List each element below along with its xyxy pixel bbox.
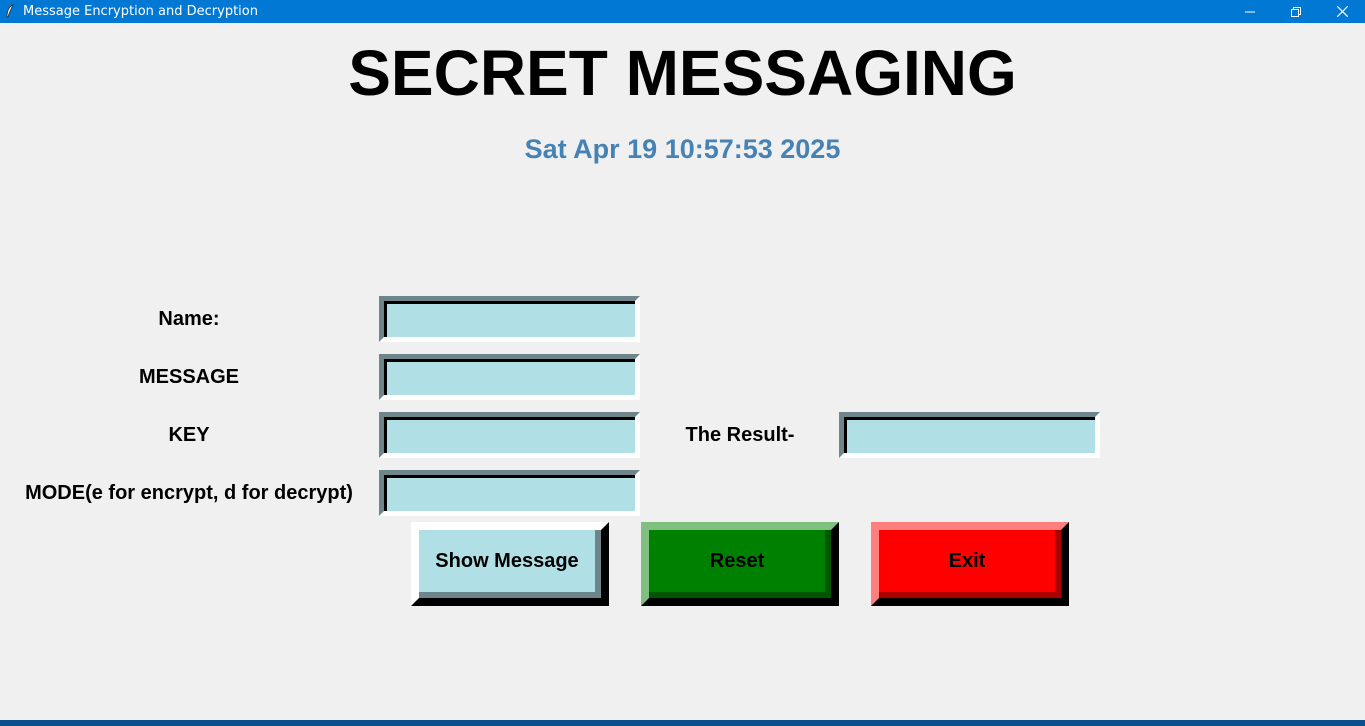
reset-button[interactable]: Reset	[641, 522, 839, 606]
name-label: Name:	[158, 308, 220, 330]
key-input[interactable]	[387, 420, 635, 453]
app-heading: SECRET MESSAGING	[348, 37, 1017, 109]
close-button[interactable]	[1319, 0, 1365, 23]
message-input[interactable]	[387, 362, 635, 395]
taskbar-edge	[0, 720, 1365, 726]
window-title: Message Encryption and Decryption	[23, 4, 258, 19]
mode-input[interactable]	[387, 478, 635, 511]
minimize-icon	[1245, 7, 1255, 17]
exit-button-face: Exit	[879, 530, 1061, 598]
name-input[interactable]	[387, 304, 635, 337]
show-message-button-label: Show Message	[435, 549, 579, 572]
reset-button-face: Reset	[649, 530, 831, 598]
mode-entry-frame	[379, 470, 640, 516]
key-entry-frame	[379, 412, 640, 458]
mode-label: MODE(e for encrypt, d for decrypt)	[25, 482, 353, 504]
restore-icon	[1291, 6, 1301, 17]
reset-button-label: Reset	[709, 549, 765, 572]
show-message-button-face: Show Message	[419, 530, 601, 598]
window-titlebar: Message Encryption and Decryption	[0, 0, 1365, 23]
exit-button[interactable]: Exit	[871, 522, 1069, 606]
clock-label: Sat Apr 19 10:57:53 2025	[524, 134, 841, 164]
minimize-button[interactable]	[1227, 0, 1273, 23]
feather-icon	[5, 4, 15, 19]
restore-button[interactable]	[1273, 0, 1319, 23]
result-label: The Result-	[685, 424, 795, 446]
name-entry-frame	[379, 296, 640, 342]
close-icon	[1336, 6, 1348, 17]
result-entry-frame	[839, 412, 1100, 458]
result-output[interactable]	[847, 420, 1095, 453]
message-entry-frame	[379, 354, 640, 400]
show-message-button[interactable]: Show Message	[411, 522, 609, 606]
message-label: MESSAGE	[138, 366, 240, 388]
exit-button-label: Exit	[948, 549, 986, 572]
key-label: KEY	[168, 424, 210, 446]
